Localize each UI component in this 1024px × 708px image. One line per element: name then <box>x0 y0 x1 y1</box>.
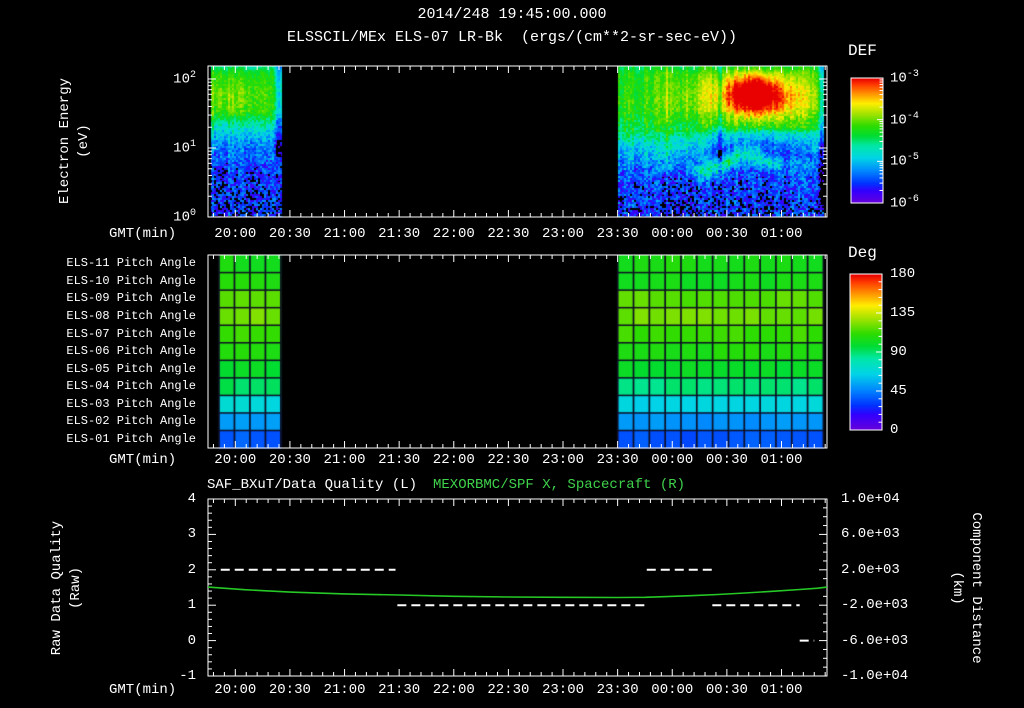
x-tick-label: 23:30 <box>596 226 639 242</box>
x-tick-label: 22:30 <box>487 226 530 242</box>
pitch-row-label: ELS-03 Pitch Angle <box>66 396 196 411</box>
pitch-row-label: ELS-09 Pitch Angle <box>66 291 196 306</box>
plot-screen: 2014/248 19:45:00.000 ELSSCIL/MEx ELS-07… <box>0 0 1024 708</box>
energy-axis-label-line1: Electron Energy <box>57 77 73 205</box>
pitch-row-label: ELS-02 Pitch Angle <box>66 414 196 429</box>
quality-tick-label: 0 <box>187 632 196 649</box>
def-colorbar-frame <box>850 77 884 204</box>
x-tick-label: 00:30 <box>705 452 748 468</box>
x-tick-label: 22:30 <box>487 452 530 468</box>
def-colorbar-tick-label: 10-4 <box>890 111 919 129</box>
x-tick-label: 22:00 <box>432 226 475 242</box>
gmt-label-panel1: GMT(min) <box>109 226 177 242</box>
pitch-row-label: ELS-04 Pitch Angle <box>66 379 196 394</box>
x-tick-label: 00:30 <box>705 226 748 242</box>
x-tick-label: 23:00 <box>541 682 585 698</box>
x-tick-label: 21:00 <box>323 452 366 468</box>
x-tick-label: 01:00 <box>760 226 803 242</box>
pitch-panel-frame <box>207 254 828 449</box>
pitch-row-label: ELS-11 Pitch Angle <box>66 256 196 271</box>
x-tick-label: 20:30 <box>268 682 311 698</box>
pitch-row-label: ELS-07 Pitch Angle <box>66 326 196 341</box>
distance-tick-label: 2.0e+03 <box>841 561 900 578</box>
x-tick-label: 20:00 <box>214 452 257 468</box>
distance-tick-label: 6.0e+03 <box>841 526 900 543</box>
energy-tick-label: 100 <box>173 208 196 226</box>
x-tick-label: 22:30 <box>487 682 530 698</box>
x-tick-label: 23:30 <box>596 452 639 468</box>
pitch-row-label: ELS-05 Pitch Angle <box>66 361 196 376</box>
deg-colorbar-tick-label: 0 <box>890 422 899 438</box>
quality-panel-frame <box>207 498 828 677</box>
quality-axis-label-line1: Raw Data Quality <box>49 520 65 656</box>
pitch-row-label: ELS-01 Pitch Angle <box>66 431 196 446</box>
timestamp-title: 2014/248 19:45:00.000 <box>417 6 607 23</box>
gmt-label-panel2: GMT(min) <box>109 452 177 468</box>
x-tick-label: 22:00 <box>432 452 475 468</box>
distance-series-title: MEXORBMC/SPF X, Spacecraft (R) <box>433 477 686 493</box>
def-colorbar-tick-label: 10-3 <box>890 69 919 87</box>
distance-axis-label-line1: Component Distance <box>968 512 984 664</box>
x-tick-label: 22:00 <box>432 682 475 698</box>
x-tick-label: 01:00 <box>760 452 803 468</box>
x-tick-label: 20:30 <box>268 452 311 468</box>
deg-colorbar-title: Deg <box>848 244 877 262</box>
def-colorbar-tick-label: 10-6 <box>890 194 919 212</box>
quality-tick-label: 4 <box>187 491 196 507</box>
x-tick-label: 23:00 <box>541 452 585 468</box>
energy-axis-label-line2: (eV) <box>76 124 92 158</box>
distance-tick-label: 1.0e+04 <box>841 491 900 507</box>
x-tick-label: 20:00 <box>214 682 257 698</box>
distance-tick-label: -6.0e+03 <box>841 632 909 649</box>
x-tick-label: 20:30 <box>268 226 311 242</box>
deg-colorbar-tick-label: 135 <box>890 305 916 321</box>
quality-axis-label-line2: (Raw) <box>68 567 84 610</box>
energy-axis-label: Electron Energy (eV) <box>56 31 94 251</box>
distance-line <box>207 586 828 599</box>
pitch-row-label: ELS-10 Pitch Angle <box>66 273 196 288</box>
quality-tick-label: 2 <box>187 561 196 578</box>
pitch-row-label: ELS-06 Pitch Angle <box>66 344 196 358</box>
gmt-label-panel3: GMT(min) <box>109 682 177 698</box>
distance-tick-label: -2.0e+03 <box>841 597 909 614</box>
x-tick-label: 20:00 <box>214 226 257 242</box>
x-tick-label: 01:00 <box>760 682 803 698</box>
x-tick-label: 21:00 <box>323 682 366 698</box>
x-tick-label: 21:30 <box>378 452 421 468</box>
deg-colorbar-tick-label: 180 <box>890 266 916 282</box>
quality-tick-label: -1 <box>179 668 196 684</box>
x-tick-label: 21:00 <box>323 226 366 242</box>
distance-axis-label: Component Distance (km) <box>947 458 985 708</box>
quality-tick-label: 3 <box>187 526 196 543</box>
x-tick-label: 23:30 <box>596 682 639 698</box>
pitch-row-label: ELS-08 Pitch Angle <box>66 308 196 323</box>
def-colorbar-tick-label: 10-5 <box>890 152 919 170</box>
x-tick-label: 23:00 <box>541 226 585 242</box>
deg-colorbar-tick-label: 45 <box>890 383 907 399</box>
distance-axis-label-line2: (km) <box>949 571 965 605</box>
quality-series-title: SAF_BXuT/Data Quality (L) <box>207 477 418 493</box>
x-tick-label: 21:30 <box>378 226 421 242</box>
x-tick-label: 00:30 <box>705 682 748 698</box>
x-tick-label: 00:00 <box>651 226 694 242</box>
def-colorbar-title: DEF <box>848 42 877 60</box>
x-tick-label: 00:00 <box>651 682 694 698</box>
energy-panel-frame <box>207 65 828 218</box>
energy-tick-label: 102 <box>173 70 196 88</box>
x-tick-label: 21:30 <box>378 682 421 698</box>
quality-axis-label: Raw Data Quality (Raw) <box>48 478 86 698</box>
energy-tick-label: 101 <box>173 139 196 157</box>
x-tick-label: 00:00 <box>651 452 694 468</box>
quality-tick-label: 1 <box>187 597 196 614</box>
deg-colorbar-tick-label: 90 <box>890 344 907 360</box>
distance-tick-label: -1.0e+04 <box>841 668 909 684</box>
